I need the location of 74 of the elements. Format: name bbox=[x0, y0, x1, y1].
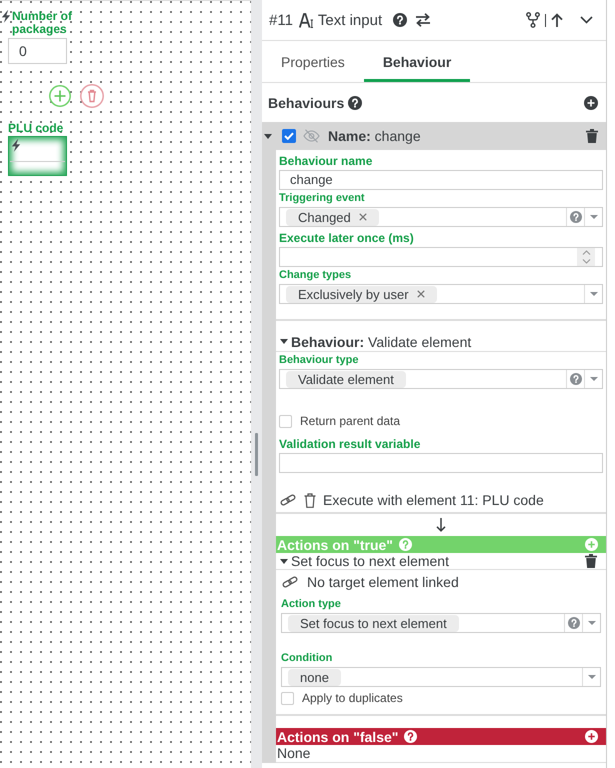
select-field[interactable]: Validate element bbox=[279, 369, 603, 389]
caret-down-icon[interactable] bbox=[280, 558, 288, 564]
target-element: Execute with element 11: PLU code bbox=[323, 492, 544, 508]
selected-tag[interactable]: none bbox=[288, 668, 341, 686]
text-format-icon bbox=[298, 12, 314, 28]
selected-tag[interactable]: Exclusively by user bbox=[286, 286, 437, 302]
text-field[interactable]: change bbox=[279, 170, 603, 190]
remove-icon[interactable] bbox=[358, 213, 367, 221]
caret-down-icon[interactable] bbox=[280, 339, 288, 344]
section-title: Behaviours bbox=[268, 94, 344, 110]
checkbox[interactable] bbox=[279, 414, 292, 428]
checkbox[interactable] bbox=[281, 692, 294, 704]
target-element: No target element linked bbox=[307, 574, 459, 590]
checkmark-icon bbox=[284, 132, 294, 140]
field-label: Triggering event bbox=[279, 192, 366, 205]
select-field[interactable]: Set focus to next element bbox=[281, 613, 601, 633]
text-field[interactable]: 0 bbox=[8, 38, 67, 64]
element-type: Text input bbox=[318, 12, 382, 28]
field-label: Behaviour name bbox=[279, 154, 374, 168]
dropdown-caret-icon[interactable] bbox=[590, 292, 598, 296]
selected-tag[interactable]: Set focus to next element bbox=[288, 614, 459, 632]
field-label: Change types bbox=[279, 269, 352, 282]
select-field[interactable]: Exclusively by user bbox=[279, 284, 603, 304]
dropdown-caret-icon[interactable] bbox=[588, 675, 596, 679]
select-field[interactable]: Changed bbox=[279, 207, 603, 227]
trash-icon[interactable] bbox=[585, 554, 597, 568]
field-label: Validation result variable bbox=[279, 437, 422, 451]
checkbox-label: Return parent data bbox=[300, 414, 400, 428]
checkbox-label: Apply to duplicates bbox=[302, 691, 403, 705]
help-icon[interactable] bbox=[404, 730, 418, 743]
link-icon[interactable] bbox=[281, 576, 299, 588]
text-field[interactable] bbox=[8, 136, 67, 176]
remove-icon[interactable] bbox=[416, 290, 425, 298]
link-icon[interactable] bbox=[279, 494, 297, 506]
text-field[interactable] bbox=[279, 453, 603, 473]
resize-handle[interactable] bbox=[255, 433, 258, 476]
element-number: #11 bbox=[269, 12, 293, 28]
arrow-up-icon[interactable] bbox=[551, 13, 563, 27]
number-field[interactable] bbox=[279, 247, 603, 267]
dropdown-caret-icon[interactable] bbox=[588, 621, 596, 625]
selected-tag[interactable]: Validate element bbox=[286, 370, 406, 388]
add-icon[interactable] bbox=[584, 96, 598, 110]
swap-icon[interactable] bbox=[415, 13, 432, 27]
add-icon[interactable] bbox=[585, 730, 598, 743]
dropdown-caret-icon[interactable] bbox=[590, 215, 598, 219]
actions-title: Actions on "true" bbox=[277, 536, 393, 552]
trash-icon[interactable] bbox=[586, 129, 598, 143]
action-title: Set focus to next element bbox=[291, 553, 449, 569]
actions-title: Actions on "false" bbox=[277, 728, 398, 744]
help-icon[interactable] bbox=[348, 96, 362, 110]
spinner-icon[interactable] bbox=[582, 249, 590, 265]
select-field[interactable]: none bbox=[281, 667, 601, 687]
field-label: Condition bbox=[281, 652, 334, 665]
dropdown-caret-icon[interactable] bbox=[590, 377, 598, 381]
selected-tag[interactable]: Changed bbox=[286, 208, 379, 226]
field-label: Execute later once (ms) bbox=[279, 231, 415, 245]
behaviour-title: Name: change bbox=[328, 128, 421, 144]
trash-icon[interactable] bbox=[304, 492, 316, 508]
field-label: Number of packages bbox=[11, 10, 73, 35]
delete-icon[interactable] bbox=[80, 84, 104, 108]
chevron-down-icon[interactable] bbox=[580, 16, 593, 24]
field-label: Action type bbox=[281, 598, 342, 611]
arrow-down-icon bbox=[436, 518, 446, 532]
checkbox[interactable] bbox=[282, 129, 296, 143]
field-label: Behaviour type bbox=[279, 354, 360, 367]
tab[interactable]: Properties bbox=[262, 41, 364, 82]
fork-icon[interactable] bbox=[526, 12, 540, 28]
section-title: Behaviour: Validate element bbox=[291, 334, 472, 350]
empty-message: None bbox=[276, 745, 606, 763]
field-label: PLU code bbox=[8, 122, 64, 134]
tab[interactable]: Behaviour bbox=[364, 41, 470, 82]
caret-down-icon[interactable] bbox=[264, 134, 272, 138]
behaviour-header[interactable]: Name: change bbox=[262, 122, 606, 150]
help-icon[interactable] bbox=[393, 13, 408, 27]
